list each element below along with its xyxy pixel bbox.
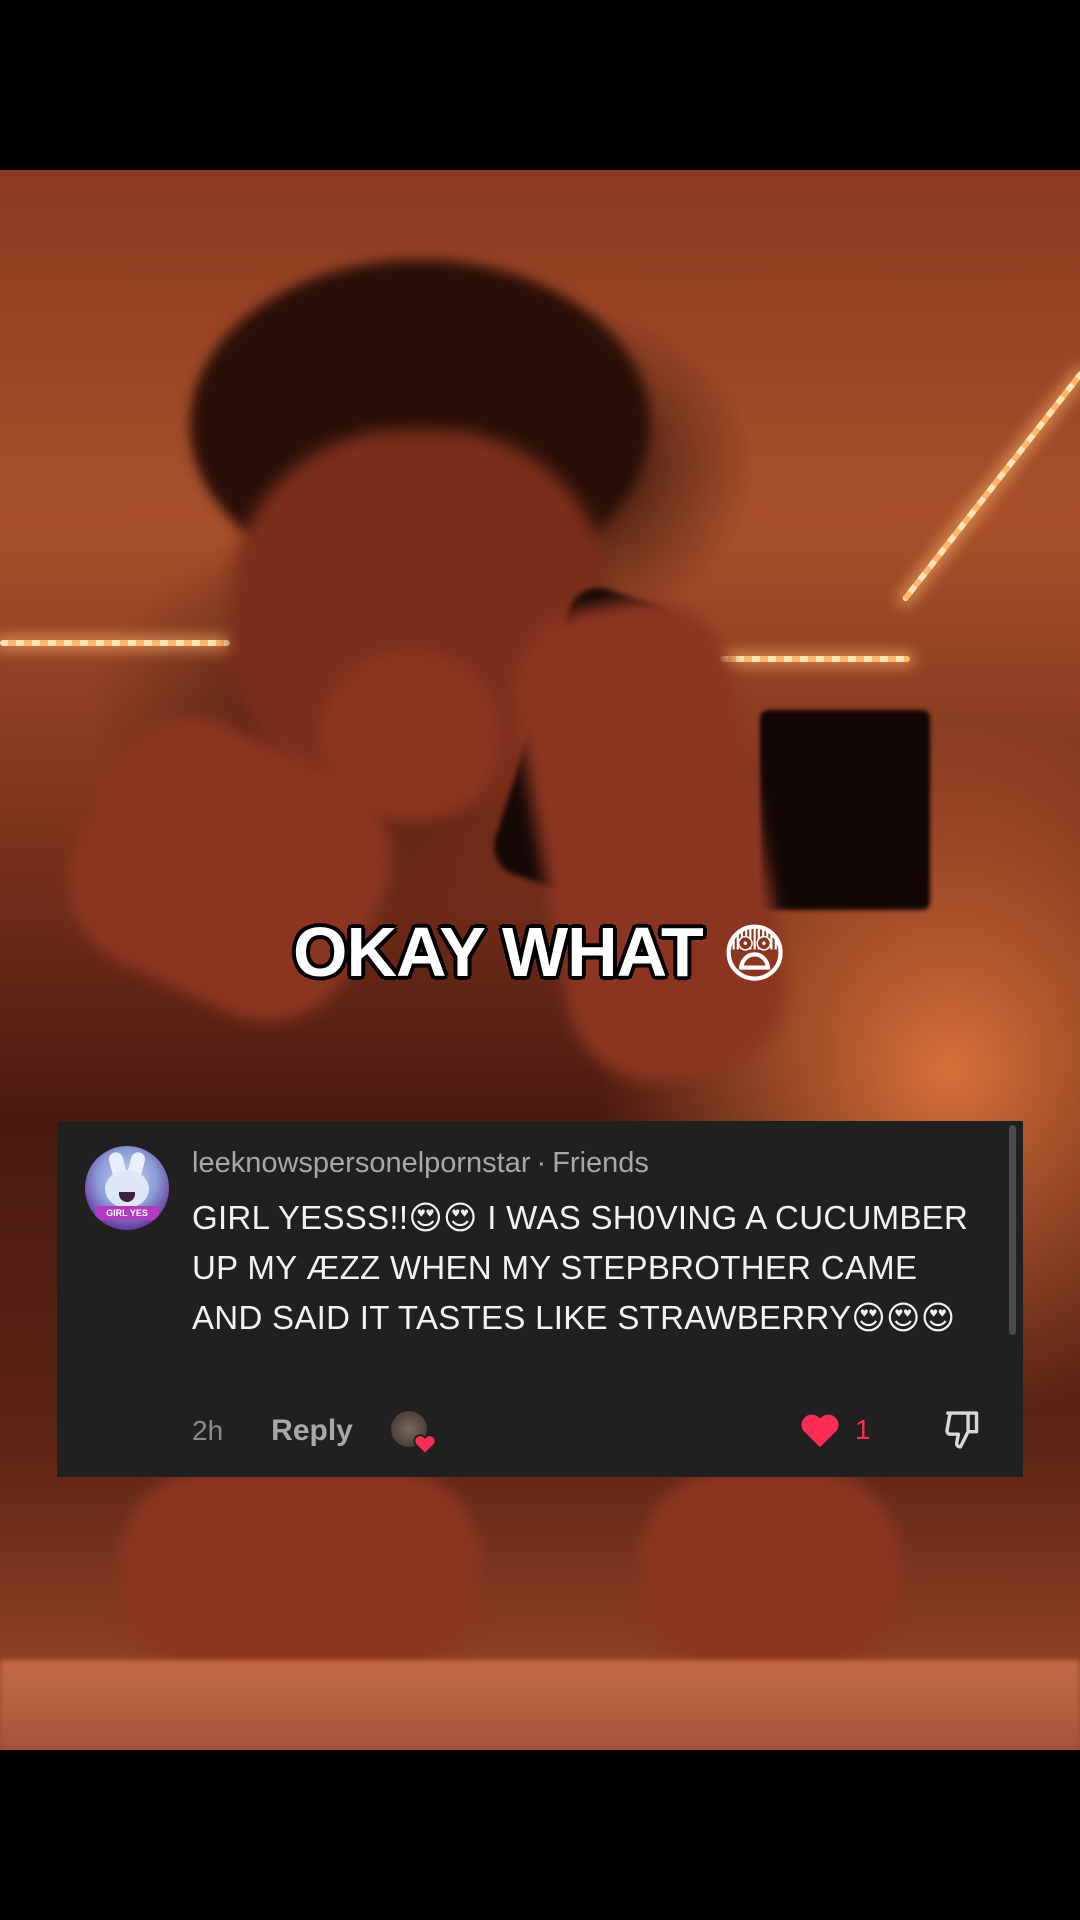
caption-emoji: 😨 — [721, 918, 788, 992]
led-light-strip-corner — [901, 370, 1080, 603]
thumbs-down-icon[interactable] — [942, 1408, 984, 1452]
led-light-strip-left — [0, 640, 230, 646]
avatar[interactable]: GIRL YES — [85, 1146, 169, 1230]
separator: · — [536, 1147, 547, 1179]
comment-card[interactable]: GIRL YES leeknowspersonelpornstar · Friend… — [57, 1121, 1023, 1477]
led-light-strip-right — [720, 656, 910, 662]
username[interactable]: leeknowspersonelpornstar — [192, 1147, 531, 1179]
table-surface — [0, 1660, 1080, 1750]
comment-header: leeknowspersonelpornstar · Friends — [192, 1147, 649, 1180]
relationship-label: Friends — [552, 1147, 649, 1179]
avatar-face — [105, 1170, 149, 1208]
heart-icon[interactable] — [799, 1411, 841, 1449]
caption-text: OKAY WHAT — [293, 913, 704, 991]
tv-screen — [760, 710, 930, 910]
like-count: 1 — [855, 1414, 871, 1445]
scrollbar[interactable] — [1009, 1125, 1016, 1335]
avatar-tag: GIRL YES — [95, 1206, 159, 1220]
creator-liked-badge — [390, 1411, 437, 1455]
person-forearm-bottom-right — [640, 1470, 900, 1670]
like-button[interactable]: 1 — [799, 1411, 871, 1449]
comment-actions: 2h Reply — [192, 1411, 437, 1455]
reply-button[interactable]: Reply — [271, 1414, 353, 1448]
creator-liked-heart-icon — [413, 1434, 437, 1455]
video-caption: OKAY WHAT 😨 — [0, 912, 1080, 992]
comment-time: 2h — [192, 1415, 224, 1446]
comment-text: GIRL YESSS!!😍😍 I WAS SH0VING A CUCUMBER … — [192, 1199, 969, 1336]
person-forearm-bottom-left — [120, 1470, 480, 1670]
